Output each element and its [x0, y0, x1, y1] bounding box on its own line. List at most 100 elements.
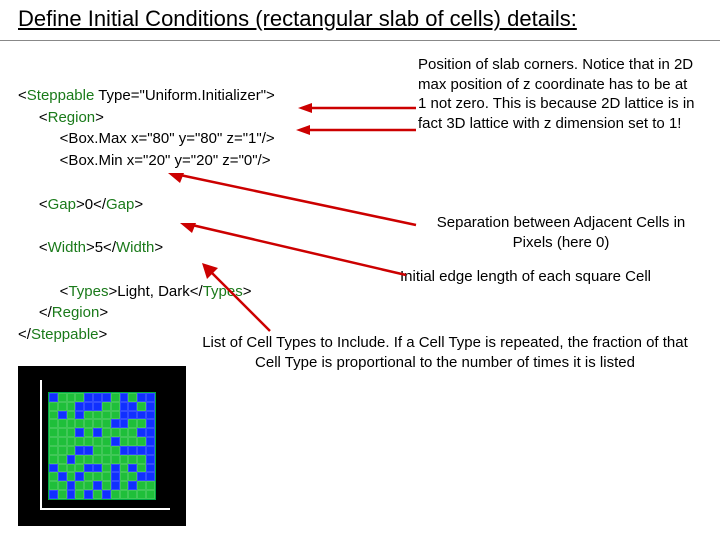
grid-cell [49, 428, 58, 437]
grid-cell [111, 437, 120, 446]
code-line-gap: <Gap>0</Gap> [18, 196, 143, 213]
grid-cell [84, 428, 93, 437]
grid-cell [111, 481, 120, 490]
grid-cell [111, 490, 120, 499]
grid-cell [137, 393, 146, 402]
grid-cell [84, 464, 93, 473]
grid-cell [58, 402, 67, 411]
grid-cell [120, 455, 129, 464]
code-line-width: <Width>5</Width> [18, 239, 163, 256]
grid-cell [146, 411, 155, 420]
grid-cell [49, 402, 58, 411]
code-line-steppable-open: <Steppable Type="Uniform.Initializer"> [18, 87, 275, 104]
grid-cell [58, 464, 67, 473]
cell-grid [48, 392, 156, 500]
code-line-boxmin: <Box.Min x="20" y="20" z="0"/> [18, 152, 271, 169]
grid-cell [58, 419, 67, 428]
grid-cell [93, 411, 102, 420]
grid-cell [102, 437, 111, 446]
grid-cell [128, 455, 137, 464]
grid-cell [75, 481, 84, 490]
grid-cell [75, 464, 84, 473]
grid-cell [58, 446, 67, 455]
grid-cell [137, 411, 146, 420]
grid-cell [93, 393, 102, 402]
grid-cell [120, 393, 129, 402]
grid-cell [84, 481, 93, 490]
grid-cell [58, 490, 67, 499]
grid-cell [102, 446, 111, 455]
arrow-boxmin [296, 123, 418, 137]
grid-cell [67, 437, 76, 446]
grid-cell [49, 437, 58, 446]
grid-cell [128, 446, 137, 455]
grid-cell [75, 472, 84, 481]
grid-cell [111, 393, 120, 402]
grid-cell [93, 481, 102, 490]
grid-cell [111, 402, 120, 411]
grid-cell [146, 393, 155, 402]
grid-cell [137, 428, 146, 437]
grid-cell [146, 428, 155, 437]
grid-cell [128, 437, 137, 446]
grid-cell [137, 472, 146, 481]
grid-cell [84, 411, 93, 420]
main-content: <Steppable Type="Uniform.Initializer"> <… [0, 41, 720, 531]
grid-cell [146, 455, 155, 464]
grid-cell [49, 393, 58, 402]
grid-cell [58, 437, 67, 446]
grid-cell [120, 472, 129, 481]
grid-cell [58, 428, 67, 437]
code-line-region-open: <Region> [18, 109, 104, 126]
grid-cell [67, 472, 76, 481]
grid-cell [67, 464, 76, 473]
grid-cell [137, 402, 146, 411]
grid-cell [93, 419, 102, 428]
grid-cell [84, 472, 93, 481]
grid-cell [137, 455, 146, 464]
grid-cell [93, 437, 102, 446]
grid-cell [75, 455, 84, 464]
code-line-boxmax: <Box.Max x="80" y="80" z="1"/> [18, 130, 275, 147]
code-line-steppable-close: </Steppable> [18, 326, 107, 343]
grid-cell [137, 446, 146, 455]
grid-cell [146, 472, 155, 481]
grid-cell [111, 411, 120, 420]
grid-cell [137, 464, 146, 473]
grid-cell [137, 490, 146, 499]
grid-cell [120, 481, 129, 490]
code-line-region-close: </Region> [18, 304, 108, 321]
grid-cell [67, 446, 76, 455]
simulation-thumbnail [18, 366, 186, 526]
grid-cell [128, 402, 137, 411]
grid-cell [93, 402, 102, 411]
grid-cell [75, 446, 84, 455]
grid-cell [146, 437, 155, 446]
grid-cell [111, 464, 120, 473]
grid-cell [75, 419, 84, 428]
grid-cell [93, 446, 102, 455]
grid-cell [120, 464, 129, 473]
grid-cell [93, 464, 102, 473]
grid-cell [102, 464, 111, 473]
grid-cell [84, 419, 93, 428]
grid-cell [75, 393, 84, 402]
grid-cell [111, 455, 120, 464]
grid-cell [111, 419, 120, 428]
grid-cell [67, 393, 76, 402]
grid-cell [75, 490, 84, 499]
grid-cell [102, 402, 111, 411]
grid-cell [120, 490, 129, 499]
grid-cell [102, 393, 111, 402]
grid-cell [146, 446, 155, 455]
grid-cell [93, 472, 102, 481]
note-separation: Separation between Adjacent Cells in Pix… [416, 213, 706, 252]
grid-cell [84, 455, 93, 464]
grid-cell [58, 411, 67, 420]
grid-cell [128, 472, 137, 481]
grid-cell [49, 464, 58, 473]
code-line-types: <Types>Light, Dark</Types> [18, 283, 251, 300]
grid-cell [67, 455, 76, 464]
grid-cell [67, 411, 76, 420]
grid-cell [128, 464, 137, 473]
